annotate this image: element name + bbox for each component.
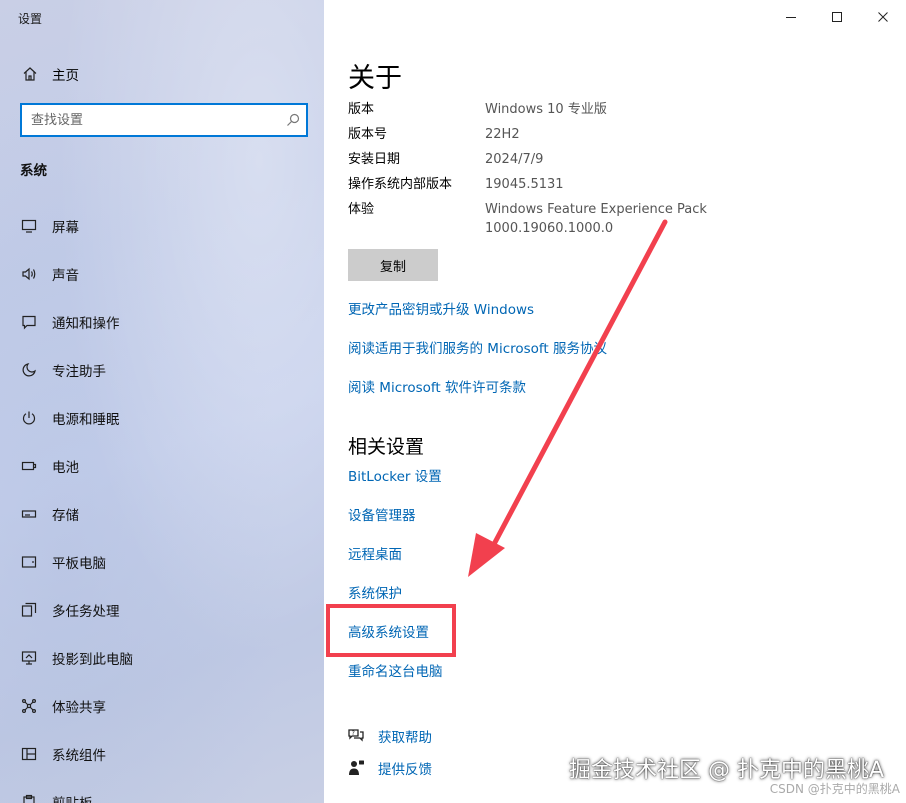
- minimize-button[interactable]: [768, 0, 814, 34]
- feedback-label: 提供反馈: [378, 762, 432, 778]
- multitask-icon: [20, 601, 38, 619]
- minimize-icon: [785, 8, 797, 27]
- close-button[interactable]: [860, 0, 906, 34]
- project-icon: [20, 649, 38, 667]
- page-title: 关于: [348, 63, 402, 94]
- remote-desktop-link[interactable]: 远程桌面: [348, 543, 402, 563]
- spec-row-os-build: 操作系统内部版本 19045.5131: [348, 172, 725, 197]
- sidebar-item-project[interactable]: 投影到此电脑: [0, 634, 324, 682]
- get-help-link[interactable]: ? 获取帮助: [346, 726, 432, 746]
- close-icon: [877, 8, 889, 27]
- sidebar-item-label: 系统组件: [52, 748, 106, 764]
- rename-pc-link[interactable]: 重命名这台电脑: [348, 660, 443, 680]
- sidebar-item-label: 专注助手: [52, 364, 106, 380]
- sidebar-item-label: 电源和睡眠: [52, 412, 120, 428]
- spec-row-experience: 体验 Windows Feature Experience Pack 1000.…: [348, 197, 725, 238]
- get-help-label: 获取帮助: [378, 730, 432, 746]
- spec-row-install-date: 安装日期 2024/7/9: [348, 147, 725, 172]
- sidebar-item-power-sleep[interactable]: 电源和睡眠: [0, 394, 324, 442]
- maximize-icon: [831, 8, 843, 27]
- sidebar-nav: 屏幕 声音 通知和操作 专注助手 电源和睡眠 电池 存储 平板电脑 多任务处理 …: [0, 202, 324, 803]
- bitlocker-settings-link[interactable]: BitLocker 设置: [348, 465, 442, 485]
- spec-value: Windows 10 专业版: [485, 102, 607, 117]
- sidebar-item-display[interactable]: 屏幕: [0, 202, 324, 250]
- spec-key: 操作系统内部版本: [348, 177, 453, 192]
- feedback-link[interactable]: 提供反馈: [346, 758, 432, 778]
- sidebar-item-label: 声音: [52, 268, 79, 284]
- service-agreement-link[interactable]: 阅读适用于我们服务的 Microsoft 服务协议: [348, 337, 607, 357]
- sidebar-item-label: 剪贴板: [52, 792, 93, 803]
- spec-row-version: 版本号 22H2: [348, 122, 725, 147]
- sidebar-item-focus-assist[interactable]: 专注助手: [0, 346, 324, 394]
- sidebar-home[interactable]: 主页: [20, 64, 79, 84]
- license-terms-link[interactable]: 阅读 Microsoft 软件许可条款: [348, 376, 526, 396]
- sidebar: 设置 主页 系统 屏幕: [0, 0, 324, 803]
- sidebar-item-system-components[interactable]: 系统组件: [0, 730, 324, 778]
- share-icon: [20, 697, 38, 715]
- sidebar-section-label: 系统: [20, 163, 47, 179]
- sidebar-item-label: 多任务处理: [52, 604, 120, 620]
- copy-button[interactable]: 复制: [348, 249, 438, 281]
- battery-icon: [20, 457, 38, 475]
- components-icon: [20, 745, 38, 763]
- spec-row-edition: 版本 Windows 10 专业版: [348, 97, 725, 122]
- clipboard-icon: [20, 793, 38, 803]
- search-icon[interactable]: [280, 113, 306, 127]
- spec-key: 版本: [348, 102, 375, 117]
- sidebar-item-shared-experiences[interactable]: 体验共享: [0, 682, 324, 730]
- speaker-icon: [20, 265, 38, 283]
- sidebar-item-battery[interactable]: 电池: [0, 442, 324, 490]
- sidebar-item-sound[interactable]: 声音: [0, 250, 324, 298]
- sidebar-item-label: 电池: [52, 460, 79, 476]
- svg-text:?: ?: [352, 730, 355, 737]
- search-input[interactable]: [22, 105, 280, 135]
- moon-icon: [20, 361, 38, 379]
- sidebar-item-label: 平板电脑: [52, 556, 106, 572]
- device-specs: 版本 Windows 10 专业版 版本号 22H2 安装日期 2024/7/9…: [348, 97, 725, 238]
- annotation-highlight-box: [326, 604, 456, 657]
- app-title: 设置: [18, 12, 43, 26]
- maximize-button[interactable]: [814, 0, 860, 34]
- sidebar-item-storage[interactable]: 存储: [0, 490, 324, 538]
- watermark-secondary: CSDN @扑克中的黑桃A: [769, 782, 900, 796]
- sidebar-item-label: 屏幕: [52, 220, 79, 236]
- sidebar-item-label: 投影到此电脑: [52, 652, 133, 668]
- sidebar-home-label: 主页: [52, 68, 79, 84]
- device-manager-link[interactable]: 设备管理器: [348, 504, 416, 524]
- window-controls: [768, 0, 906, 34]
- spec-value: Windows Feature Experience Pack 1000.190…: [485, 202, 707, 236]
- sidebar-item-notifications[interactable]: 通知和操作: [0, 298, 324, 346]
- sidebar-item-label: 存储: [52, 508, 79, 524]
- spec-value: 22H2: [485, 127, 520, 142]
- spec-key: 体验: [348, 202, 375, 217]
- feedback-person-icon: [346, 758, 366, 778]
- tablet-icon: [20, 553, 38, 571]
- help-chat-icon: ?: [346, 726, 366, 746]
- sidebar-item-label: 通知和操作: [52, 316, 120, 332]
- system-protection-link[interactable]: 系统保护: [348, 582, 402, 602]
- spec-value: 2024/7/9: [485, 152, 544, 167]
- search-box[interactable]: [20, 103, 308, 137]
- sidebar-item-clipboard[interactable]: 剪贴板: [0, 778, 324, 803]
- storage-icon: [20, 505, 38, 523]
- spec-key: 安装日期: [348, 152, 401, 167]
- sidebar-item-multitasking[interactable]: 多任务处理: [0, 586, 324, 634]
- spec-value: 19045.5131: [485, 177, 564, 192]
- home-icon: [20, 64, 40, 84]
- sidebar-item-tablet[interactable]: 平板电脑: [0, 538, 324, 586]
- notification-icon: [20, 313, 38, 331]
- monitor-icon: [20, 217, 38, 235]
- power-icon: [20, 409, 38, 427]
- spec-key: 版本号: [348, 127, 388, 142]
- main-panel: 关于 版本 Windows 10 专业版 版本号 22H2 安装日期 2024/…: [324, 0, 906, 803]
- change-product-key-link[interactable]: 更改产品密钥或升级 Windows: [348, 298, 534, 318]
- sidebar-item-label: 体验共享: [52, 700, 106, 716]
- related-settings-title: 相关设置: [348, 436, 425, 458]
